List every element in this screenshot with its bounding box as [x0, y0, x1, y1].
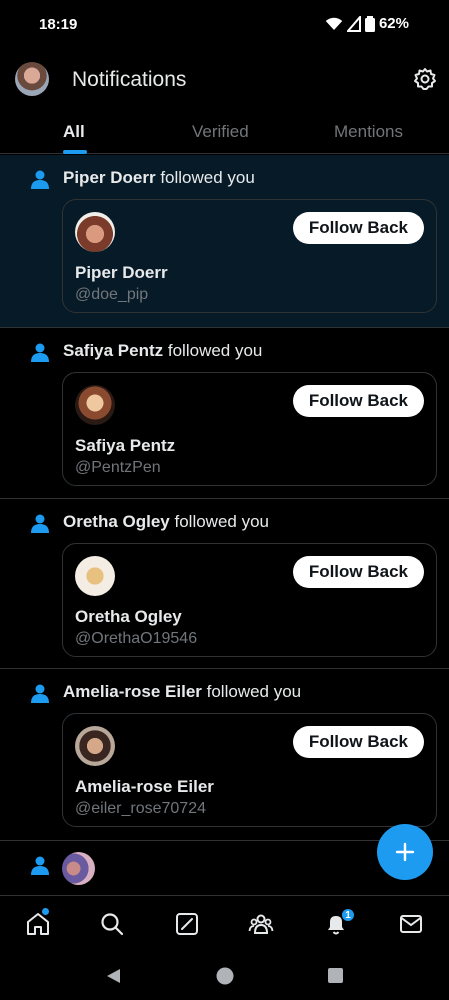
follower-card[interactable]: Follow Back Amelia-rose Eiler @eiler_ros…: [62, 713, 437, 827]
card-handle: @OrethaO19546: [75, 630, 198, 647]
follow-back-button[interactable]: Follow Back: [292, 556, 424, 588]
avatar[interactable]: [75, 212, 115, 252]
list-item[interactable]: Piper Doerr followed you Follow Back Pip…: [0, 155, 449, 328]
notification-text: Piper Doerr followed you: [63, 168, 255, 188]
battery-level: 62%: [378, 15, 409, 32]
home-icon[interactable]: [25, 911, 51, 937]
compose-button[interactable]: [377, 824, 433, 880]
header: Notifications: [0, 50, 449, 110]
person-icon: [31, 684, 49, 703]
tab-verified[interactable]: Verified: [192, 122, 249, 142]
list-item[interactable]: Amelia-rose Eiler followed you Follow Ba…: [0, 669, 449, 841]
tab-bar: All Verified Mentions: [0, 110, 449, 154]
person-icon: [31, 170, 49, 189]
follower-card[interactable]: Follow Back Oretha Ogley @OrethaO19546: [62, 543, 437, 657]
notification-action: followed you: [163, 341, 263, 360]
follower-name[interactable]: Amelia-rose Eiler: [63, 682, 202, 701]
person-icon: [31, 343, 49, 362]
wifi-icon: [325, 17, 343, 30]
notification-text: Safiya Pentz followed you: [63, 341, 262, 361]
battery-icon: [364, 15, 375, 32]
follower-name[interactable]: Safiya Pentz: [63, 341, 163, 360]
notification-action: followed you: [201, 682, 302, 701]
signal-icon: [346, 15, 361, 32]
card-name: Piper Doerr: [75, 263, 168, 282]
card-name: Oretha Ogley: [75, 607, 182, 626]
gear-icon[interactable]: [413, 67, 437, 91]
tab-all[interactable]: All: [63, 122, 85, 142]
grok-icon[interactable]: [174, 911, 200, 937]
avatar[interactable]: [75, 556, 115, 596]
follower-card[interactable]: Follow Back Piper Doerr @doe_pip: [62, 199, 437, 313]
person-icon: [31, 856, 49, 875]
notification-action: followed you: [155, 168, 255, 187]
active-tab-indicator: [63, 150, 87, 154]
avatar[interactable]: [75, 385, 115, 425]
follower-card[interactable]: Follow Back Safiya Pentz @PentzPen: [62, 372, 437, 486]
follow-back-button[interactable]: Follow Back: [292, 726, 424, 758]
list-item[interactable]: Safiya Pentz followed you Follow Back Sa…: [0, 328, 449, 499]
status-time: 18:19: [39, 16, 78, 33]
card-name: Amelia-rose Eiler: [75, 777, 214, 796]
mail-icon[interactable]: [398, 911, 424, 937]
person-icon: [31, 514, 49, 533]
list-item[interactable]: Oretha Ogley followed you Follow Back Or…: [0, 499, 449, 669]
follow-back-button[interactable]: Follow Back: [292, 212, 424, 244]
card-name: Safiya Pentz: [75, 436, 176, 455]
card-handle: @eiler_rose70724: [75, 800, 206, 817]
card-handle: @PentzPen: [75, 459, 161, 476]
follower-name[interactable]: Oretha Ogley: [63, 512, 170, 531]
bottom-nav: 1: [0, 895, 449, 953]
communities-icon[interactable]: [248, 911, 274, 937]
notification-action: followed you: [169, 512, 269, 531]
avatar[interactable]: [75, 726, 115, 766]
back-icon[interactable]: [104, 967, 122, 985]
notification-text: Oretha Ogley followed you: [63, 512, 269, 532]
status-bar: 18:19 62%: [0, 0, 449, 50]
avatar[interactable]: [62, 852, 95, 885]
tab-mentions[interactable]: Mentions: [334, 122, 403, 142]
system-nav-bar: [0, 953, 449, 1000]
page-title: Notifications: [72, 68, 187, 91]
notification-count-badge: 1: [341, 908, 355, 922]
recents-icon[interactable]: [328, 968, 343, 983]
follow-back-button[interactable]: Follow Back: [292, 385, 424, 417]
home-circle-icon[interactable]: [216, 967, 234, 985]
avatar[interactable]: [15, 62, 49, 96]
home-unread-dot: [42, 908, 49, 915]
search-icon[interactable]: [99, 911, 125, 937]
follower-name[interactable]: Piper Doerr: [63, 168, 156, 187]
card-handle: @doe_pip: [75, 286, 149, 303]
notification-text: Amelia-rose Eiler followed you: [63, 682, 301, 702]
status-icons: 62%: [325, 15, 409, 32]
plus-icon: [395, 842, 415, 862]
